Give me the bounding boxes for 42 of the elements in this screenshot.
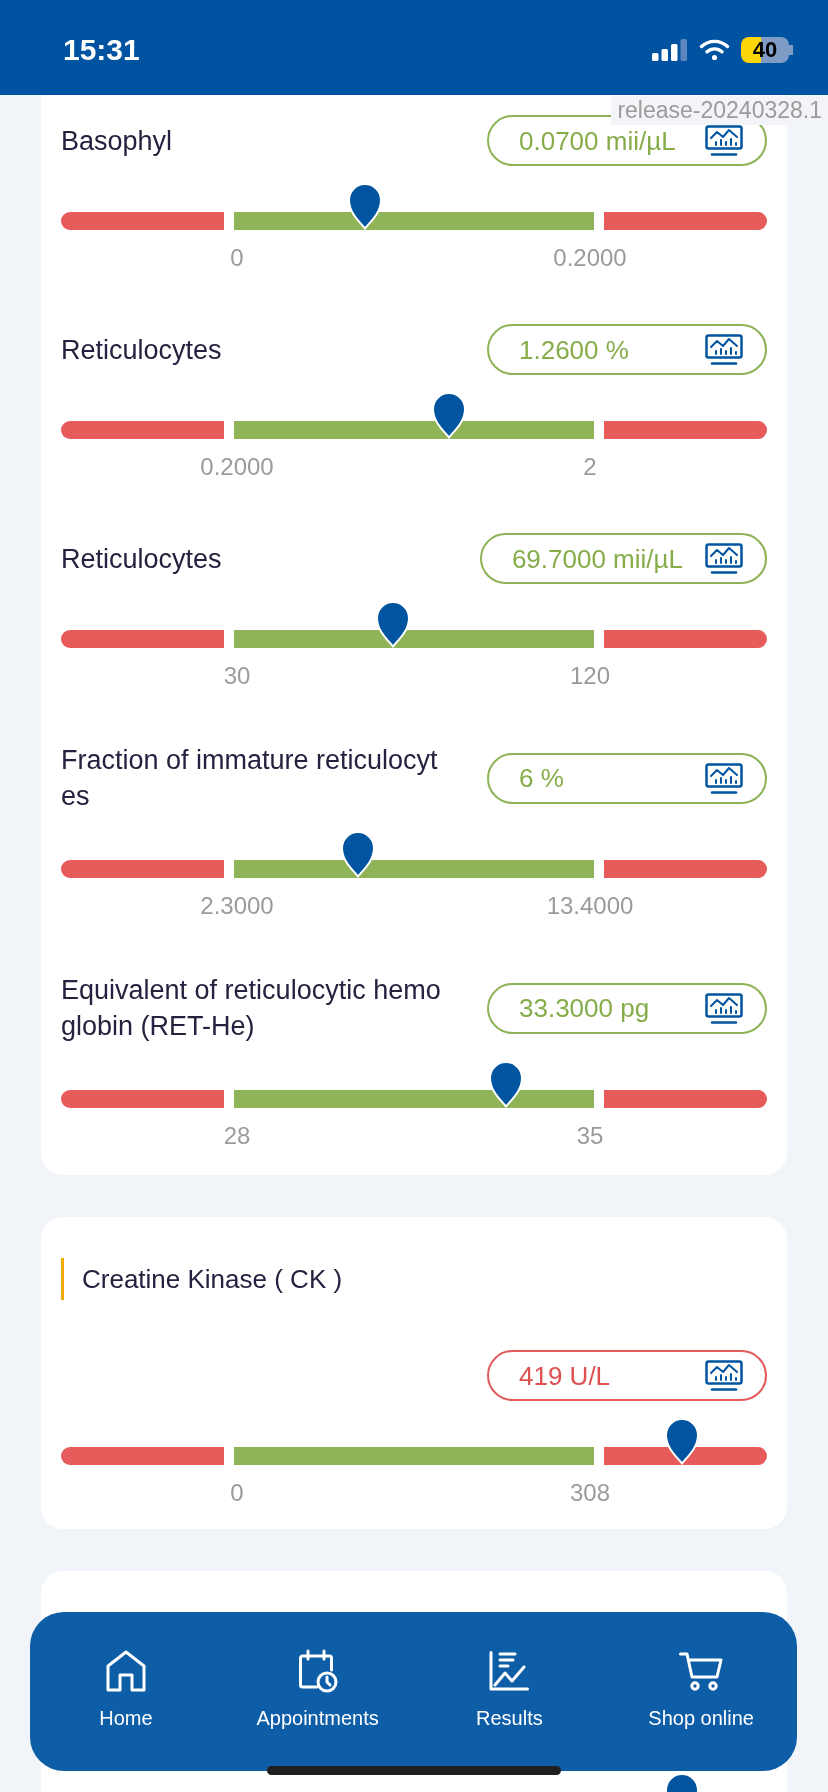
calendar-clock-icon bbox=[297, 1649, 338, 1693]
result-value: 1.2600 % bbox=[519, 333, 629, 366]
tab-bar-item[interactable]: Home bbox=[87, 1643, 165, 1736]
range-min-label: 28 bbox=[223, 1122, 251, 1150]
range-max-label: 120 bbox=[570, 662, 611, 690]
test-name: Basophyl bbox=[61, 124, 173, 158]
cart-icon bbox=[679, 1651, 724, 1691]
range-min-label: 2.3000 bbox=[200, 892, 274, 920]
range-min-label: 0.2000 bbox=[200, 453, 274, 481]
result-value: 0.0700 mii/µL bbox=[519, 124, 676, 157]
tab-bar-item[interactable]: Shop online bbox=[636, 1643, 766, 1736]
range-max-label: 308 bbox=[570, 1479, 611, 1507]
line-chart-icon bbox=[489, 1651, 530, 1691]
range-min-label: 30 bbox=[223, 662, 251, 690]
house-icon bbox=[105, 1650, 146, 1692]
range-max-label: 2 bbox=[583, 453, 597, 481]
status-time: 15:31 bbox=[63, 31, 140, 68]
range-max-label: 0.2000 bbox=[553, 244, 627, 272]
monitor-chart-icon[interactable] bbox=[705, 334, 743, 365]
signal-icon bbox=[652, 38, 688, 61]
monitor-chart-icon[interactable] bbox=[705, 1360, 743, 1391]
accent-bar bbox=[61, 1258, 64, 1300]
monitor-chart-icon[interactable] bbox=[705, 125, 743, 156]
range-max-label: 35 bbox=[576, 1122, 604, 1150]
section-title: Creatine Kinase ( CK ) bbox=[82, 1263, 343, 1295]
monitor-chart-icon[interactable] bbox=[705, 762, 743, 794]
result-value: 33.3000 pg bbox=[519, 992, 650, 1024]
test-name: Reticulocytes bbox=[61, 333, 222, 367]
monitor-chart-icon[interactable] bbox=[705, 992, 743, 1024]
result-value: 69.7000 mii/µL bbox=[511, 542, 683, 575]
monitor-chart-icon[interactable] bbox=[705, 543, 743, 574]
result-value: 419 U/L bbox=[519, 1359, 611, 1392]
result-value: 6 % bbox=[519, 762, 564, 794]
wifi-icon bbox=[699, 38, 730, 61]
test-name: Fraction of immature reticulocytes bbox=[61, 744, 439, 813]
range-max-label: 13.4000 bbox=[546, 892, 634, 920]
tab-bar-item[interactable]: Appointments bbox=[244, 1643, 391, 1736]
range-min-label: 0 bbox=[230, 1479, 244, 1507]
test-name: Reticulocytes bbox=[61, 542, 222, 576]
tab-bar-item[interactable]: Results bbox=[464, 1643, 555, 1736]
test-name: Equivalent of reticulocytic hemoglobin (RET-He) bbox=[61, 974, 442, 1043]
range-min-label: 0 bbox=[230, 244, 244, 272]
